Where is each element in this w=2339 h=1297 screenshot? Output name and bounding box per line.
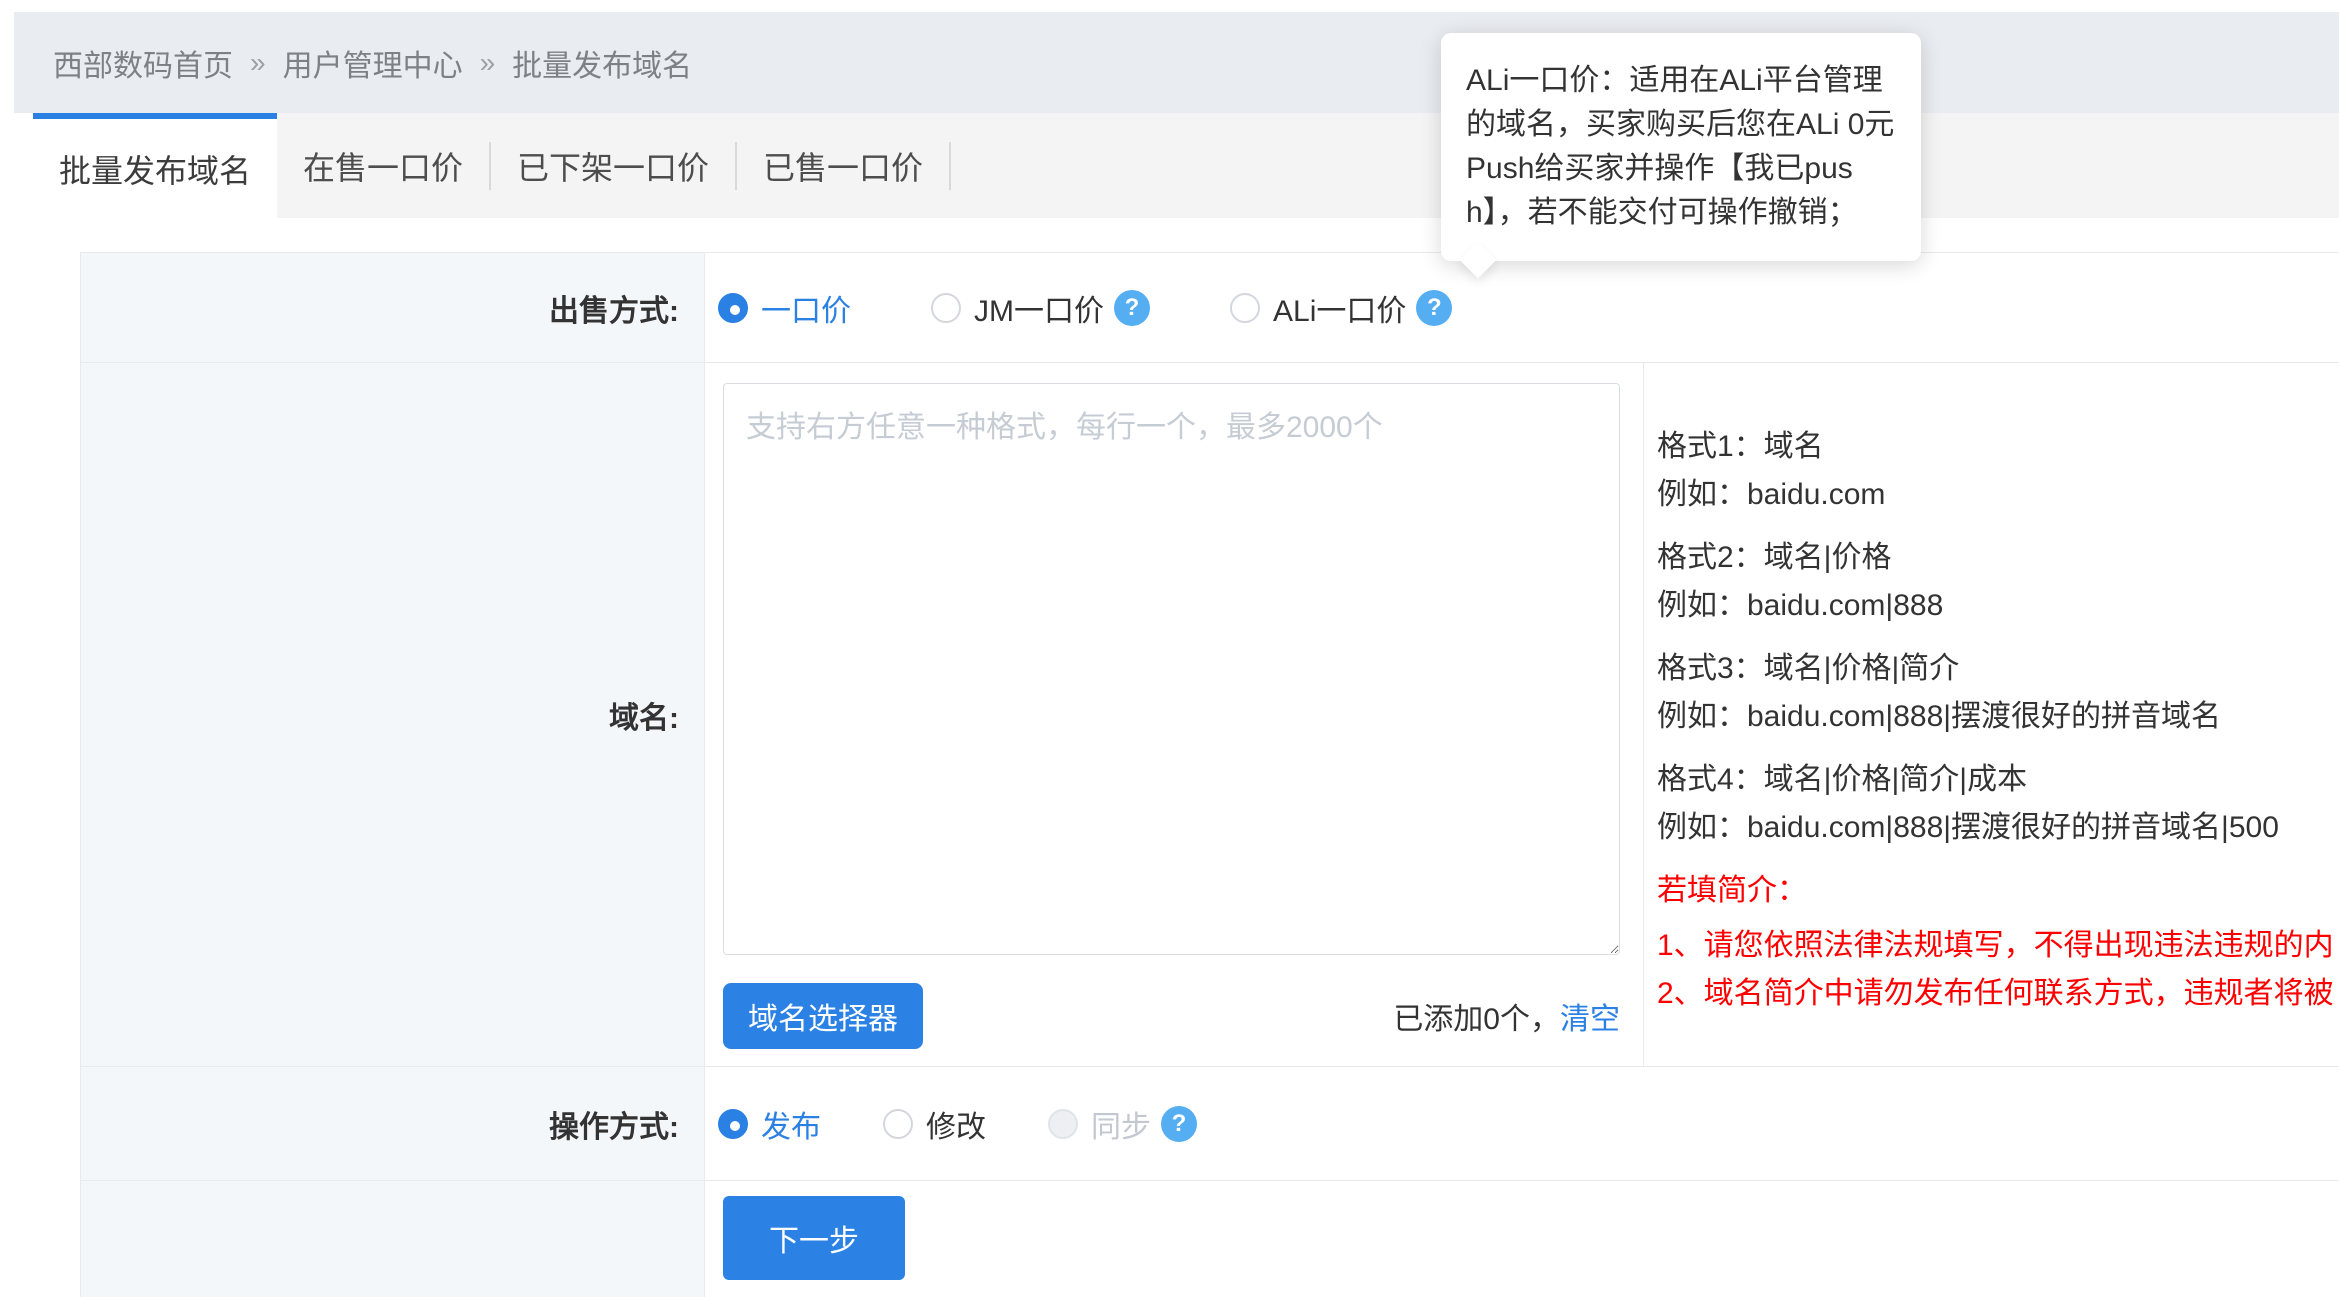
format-tips: 格式1：域名 例如：baidu.com 格式2：域名|价格 例如：baidu.c… xyxy=(1657,423,2334,1018)
warning-title: 若填简介： xyxy=(1657,867,2334,915)
format-divider xyxy=(1643,363,1644,1066)
sync-help-icon[interactable]: ? xyxy=(1161,1106,1197,1142)
submit-row: 下一步 xyxy=(81,1181,2339,1297)
format-1-example: 例如：baidu.com xyxy=(1657,471,2334,519)
breadcrumb: 西部数码首页 » 用户管理中心 » 批量发布域名 xyxy=(14,12,2339,113)
format-3: 格式3：域名|价格|简介 xyxy=(1657,645,2334,693)
breadcrumb-user-center-link[interactable]: 用户管理中心 xyxy=(283,41,463,85)
tab-bar: 批量发布域名 在售一口价 已下架一口价 已售一口价 xyxy=(33,113,2339,218)
breadcrumb-separator-icon: » xyxy=(250,47,266,79)
radio-unselected-icon xyxy=(1230,293,1260,323)
warning-line-2: 2、域名简介中请勿发布任何联系方式，违规者将被 xyxy=(1657,970,2334,1018)
radio-unselected-icon xyxy=(931,293,961,323)
domain-label: 域名: xyxy=(81,363,705,1066)
ali-help-tooltip: ALi一口价：适用在ALi平台管理的域名，买家购买后您在ALi 0元Push给买… xyxy=(1441,33,1921,261)
format-3-example: 例如：baidu.com|888|摆渡很好的拼音域名 xyxy=(1657,693,2334,741)
sell-method-row: 出售方式: 一口价 JM一口价 ? ALi一口价 xyxy=(81,253,2339,363)
domain-picker-button[interactable]: 域名选择器 xyxy=(723,983,923,1049)
operation-label: 操作方式: xyxy=(81,1067,705,1180)
radio-jm-fixed-price[interactable]: JM一口价 xyxy=(931,286,1104,330)
tab-on-sale[interactable]: 在售一口价 xyxy=(277,143,489,189)
tab-sold[interactable]: 已售一口价 xyxy=(737,143,949,189)
radio-publish[interactable]: 发布 xyxy=(718,1102,821,1146)
radio-ali-fixed-price[interactable]: ALi一口价 xyxy=(1230,286,1406,330)
radio-sync: 同步 xyxy=(1048,1102,1151,1146)
domain-input[interactable] xyxy=(723,383,1620,955)
batch-publish-domain-page: 西部数码首页 » 用户管理中心 » 批量发布域名 批量发布域名 在售一口价 已下… xyxy=(0,0,2339,1297)
tab-strip: 在售一口价 已下架一口价 已售一口价 xyxy=(277,113,2339,218)
sell-method-label: 出售方式: xyxy=(81,253,705,362)
ali-help-icon[interactable]: ? xyxy=(1416,290,1452,326)
format-4-example: 例如：baidu.com|888|摆渡很好的拼音域名|500 xyxy=(1657,804,2334,852)
tab-off-shelf[interactable]: 已下架一口价 xyxy=(491,143,735,189)
format-2-example: 例如：baidu.com|888 xyxy=(1657,582,2334,630)
jm-help-icon[interactable]: ? xyxy=(1114,290,1150,326)
radio-selected-icon xyxy=(718,293,748,323)
clear-link[interactable]: 清空 xyxy=(1560,1003,1620,1036)
submit-label-spacer xyxy=(81,1181,705,1297)
operation-row: 操作方式: 发布 修改 同步 ? xyxy=(81,1067,2339,1181)
format-1: 格式1：域名 xyxy=(1657,423,2334,471)
radio-selected-icon xyxy=(718,1109,748,1139)
breadcrumb-home-link[interactable]: 西部数码首页 xyxy=(53,41,233,85)
domain-row: 域名: 域名选择器 已添加0个，清空 格式1：域名 例如：baidu.com 格… xyxy=(81,363,2339,1067)
next-step-button[interactable]: 下一步 xyxy=(723,1196,905,1280)
format-2: 格式2：域名|价格 xyxy=(1657,534,2334,582)
radio-fixed-price[interactable]: 一口价 xyxy=(718,286,851,330)
added-count: 已添加0个，清空 xyxy=(1393,994,1620,1038)
tab-divider xyxy=(949,142,951,190)
warning-line-1: 1、请您依照法律法规填写，不得出现违法违规的内 xyxy=(1657,922,2334,970)
breadcrumb-separator-icon: » xyxy=(480,47,496,79)
radio-unselected-icon xyxy=(883,1109,913,1139)
radio-modify[interactable]: 修改 xyxy=(883,1102,986,1146)
intro-warning: 若填简介： 1、请您依照法律法规填写，不得出现违法违规的内 2、域名简介中请勿发… xyxy=(1657,867,2334,1018)
tooltip-text: ALi一口价：适用在ALi平台管理的域名，买家购买后您在ALi 0元Push给买… xyxy=(1466,64,1894,229)
publish-form: 出售方式: 一口价 JM一口价 ? ALi一口价 xyxy=(80,252,2339,1297)
radio-disabled-icon xyxy=(1048,1109,1078,1139)
format-4: 格式4：域名|价格|简介|成本 xyxy=(1657,756,2334,804)
tab-batch-publish[interactable]: 批量发布域名 xyxy=(33,113,277,218)
breadcrumb-current-page: 批量发布域名 xyxy=(512,41,692,85)
